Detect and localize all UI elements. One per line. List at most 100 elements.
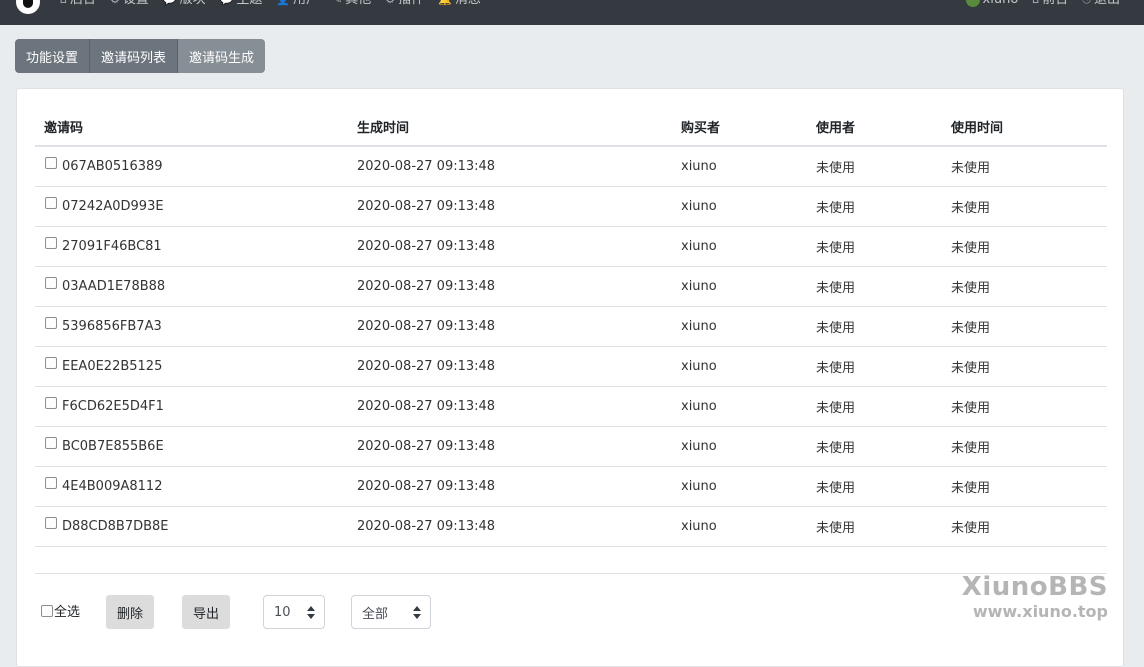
used-time-cell-text: 未使用 [951, 200, 991, 216]
created-cell: 2020-08-27 09:13:48 [348, 506, 672, 547]
header-user: 使用者 [807, 108, 942, 147]
plugin-tab-group: 功能设置 邀请码列表 邀请码生成 [15, 39, 266, 73]
logo-icon[interactable] [16, 0, 40, 14]
code-cell-text: D88CD8B7DB8E [62, 518, 169, 534]
buyer-cell-text: xiuno [681, 358, 717, 374]
code-cell: 067AB0516389 [35, 146, 348, 187]
created-cell-text: 2020-08-27 09:13:48 [357, 278, 496, 294]
buyer-cell: xiuno [672, 506, 807, 547]
code-cell-text: 27091F46BC81 [62, 238, 162, 254]
nav-item-right-2[interactable]: ⎋退出 [1082, 0, 1120, 8]
user-cell-text: 未使用 [816, 480, 856, 496]
row-checkbox[interactable] [45, 316, 57, 329]
user-cell-text: 未使用 [816, 360, 856, 376]
created-cell: 2020-08-27 09:13:48 [348, 346, 672, 387]
user-cell: 未使用 [807, 186, 942, 227]
created-cell: 2020-08-27 09:13:48 [348, 426, 672, 467]
row-checkbox[interactable] [45, 276, 57, 289]
nav-item-left-6[interactable]: ⚙插件 [385, 0, 424, 8]
tab-1[interactable]: 邀请码列表 [90, 39, 179, 73]
row-checkbox[interactable] [45, 476, 57, 489]
tab-2[interactable]: 邀请码生成 [178, 39, 266, 73]
watermark-title: XiunoBBS [961, 572, 1108, 602]
buyer-cell: xiuno [672, 266, 807, 307]
user-cell-text: 未使用 [816, 160, 856, 176]
nav-item-left-5[interactable]: ✎其他 [333, 0, 371, 8]
used-time-cell-text: 未使用 [951, 440, 991, 456]
used-time-cell-text: 未使用 [951, 520, 991, 536]
bell-icon: 🔔 [438, 0, 452, 8]
tab-0[interactable]: 功能设置 [15, 39, 91, 73]
code-cell: 27091F46BC81 [35, 226, 348, 267]
row-checkbox[interactable] [45, 436, 57, 449]
code-cell: 4E4B009A8112 [35, 466, 348, 507]
per-page-select[interactable]: 10 [263, 595, 325, 629]
row-checkbox[interactable] [45, 396, 57, 409]
used-time-cell-text: 未使用 [951, 240, 991, 256]
buyer-cell-text: xiuno [681, 198, 717, 214]
created-cell-text: 2020-08-27 09:13:48 [357, 438, 496, 454]
created-cell: 2020-08-27 09:13:48 [348, 266, 672, 307]
created-cell-text: 2020-08-27 09:13:48 [357, 518, 496, 534]
nav-item-left-0[interactable]: ⌂后台 [60, 0, 96, 8]
user-cell-text: 未使用 [816, 200, 856, 216]
table-row: 07242A0D993E 2020-08-27 09:13:48 xiuno 未使用 未… [35, 186, 1107, 227]
nav-item-label: 主题 [236, 0, 262, 8]
table-row: 27091F46BC81 2020-08-27 09:13:48 xiuno 未使用 未… [35, 226, 1107, 267]
row-checkbox[interactable] [45, 516, 57, 529]
used-time-cell: 未使用 [942, 426, 1107, 467]
per-page-value: 10 [274, 604, 291, 620]
nav-item-left-2[interactable]: 💬版块 [163, 0, 206, 8]
buyer-cell-text: xiuno [681, 238, 717, 254]
buyer-cell: xiuno [672, 466, 807, 507]
export-button[interactable]: 导出 [182, 595, 231, 629]
nav-item-left-3[interactable]: 💬主题 [220, 0, 263, 8]
buyer-cell: xiuno [672, 386, 807, 427]
checkbox-icon[interactable] [41, 604, 53, 617]
user-cell: 未使用 [807, 306, 942, 347]
code-cell-text: 4E4B009A8112 [62, 478, 163, 494]
nav-item-left-4[interactable]: 👤用户 [276, 0, 319, 8]
user-cell-text: 未使用 [816, 240, 856, 256]
nav-item-right-0[interactable]: xiuno [965, 0, 1018, 8]
table-row: EEA0E22B5125 2020-08-27 09:13:48 xiuno 未使用 未… [35, 346, 1107, 387]
user-cell: 未使用 [807, 466, 942, 507]
used-time-cell: 未使用 [942, 146, 1107, 187]
code-cell-text: 5396856FB7A3 [62, 318, 162, 334]
created-cell: 2020-08-27 09:13:48 [348, 466, 672, 507]
nav-item-left-7[interactable]: 🔔消息 [438, 0, 481, 8]
used-time-cell: 未使用 [942, 386, 1107, 427]
code-cell: 07242A0D993E [35, 186, 348, 227]
buyer-cell: xiuno [672, 146, 807, 187]
select-all-checkbox[interactable]: 全选 [41, 601, 80, 620]
avatar-icon [965, 0, 980, 7]
user-cell-text: 未使用 [816, 400, 856, 416]
created-cell-text: 2020-08-27 09:13:48 [357, 478, 496, 494]
buyer-cell-text: xiuno [681, 398, 717, 414]
used-time-cell-text: 未使用 [951, 280, 991, 296]
table-row: 03AAD1E78B88 2020-08-27 09:13:48 xiuno 未使用 未… [35, 266, 1107, 307]
row-checkbox[interactable] [45, 156, 57, 169]
home-icon: ⌂ [60, 0, 67, 8]
user-cell: 未使用 [807, 266, 942, 307]
user-cell: 未使用 [807, 346, 942, 387]
delete-button[interactable]: 删除 [106, 595, 155, 629]
row-checkbox[interactable] [45, 356, 57, 369]
used-time-cell-text: 未使用 [951, 320, 991, 336]
row-checkbox[interactable] [45, 196, 57, 209]
nav-item-label: 插件 [398, 0, 424, 8]
status-filter-select[interactable]: 全部 [351, 595, 431, 629]
code-cell: D88CD8B7DB8E [35, 506, 348, 547]
nav-item-left-1[interactable]: ⚙设置 [110, 0, 149, 8]
header-code: 邀请码 [35, 108, 348, 147]
user-cell-text: 未使用 [816, 280, 856, 296]
comment-icon: 💬 [163, 0, 177, 8]
nav-item-label: 用户 [293, 0, 319, 8]
buyer-cell: xiuno [672, 306, 807, 347]
buyer-cell: xiuno [672, 346, 807, 387]
nav-item-right-1[interactable]: ⌂前台 [1032, 0, 1068, 8]
buyer-cell: xiuno [672, 426, 807, 467]
row-checkbox[interactable] [45, 236, 57, 249]
user-cell: 未使用 [807, 146, 942, 187]
code-cell: 03AAD1E78B88 [35, 266, 348, 307]
